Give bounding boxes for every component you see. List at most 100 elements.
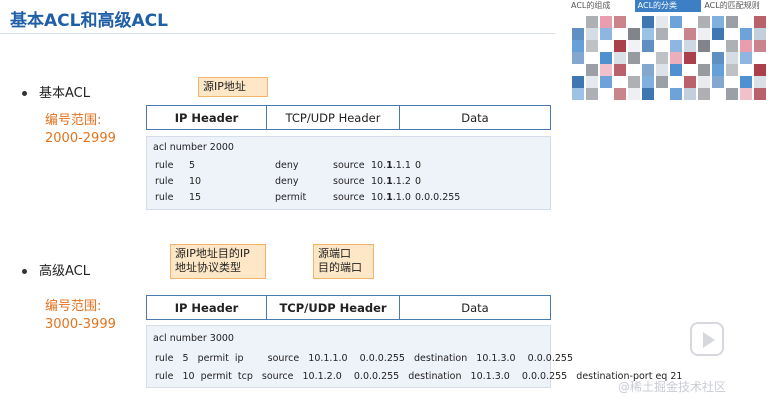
mosaic-cell: [614, 52, 626, 64]
data-cell: Data: [399, 106, 550, 129]
basic-acl-label: 基本ACL: [39, 86, 90, 101]
mosaic-cell: [628, 40, 640, 52]
mosaic-cell: [614, 16, 626, 28]
mosaic-cell: [712, 28, 724, 40]
mosaic-cell: [712, 16, 724, 28]
callout-ports: 源端口 目的端口: [313, 244, 374, 279]
mosaic-cell: [698, 64, 710, 76]
mosaic-cell: [600, 52, 612, 64]
mosaic-cell: [698, 40, 710, 52]
mosaic-cell: [628, 28, 640, 40]
tcp-udp-header-cell: TCP/UDP Header: [266, 106, 399, 129]
mosaic-cell: [600, 76, 612, 88]
mosaic-cell: [684, 52, 696, 64]
mosaic-cell: [740, 28, 752, 40]
rule-source: source: [333, 192, 365, 203]
mosaic-cell: [586, 40, 598, 52]
mosaic-cell: [572, 52, 584, 64]
mosaic-cell: [754, 88, 766, 100]
mosaic-cell: [670, 52, 682, 64]
mosaic-cell: [740, 76, 752, 88]
mosaic-cell: [586, 16, 598, 28]
nav-tab-classification[interactable]: ACL的分类: [634, 0, 702, 12]
code-title: acl number 2000: [153, 142, 234, 153]
advanced-range-value: 3000-3999: [45, 317, 116, 332]
basic-acl-config: acl number 2000 rule 5 deny source 10.1.1.1 0…: [146, 136, 551, 210]
mosaic-cell: [656, 52, 668, 64]
advanced-range-label: 编号范围:: [45, 299, 102, 314]
mosaic-cell: [656, 76, 668, 88]
mosaic-cell: [656, 28, 668, 40]
rule-source: source: [333, 176, 365, 187]
rule-number: 10: [189, 176, 202, 187]
bullet-basic-acl: 基本ACL: [22, 82, 90, 101]
mosaic-cell: [754, 76, 766, 88]
basic-range-value: 2000-2999: [45, 131, 116, 146]
mosaic-cell: [712, 64, 724, 76]
mosaic-cell: [726, 52, 738, 64]
title-divider: [0, 33, 555, 34]
rule-number: 15: [189, 192, 202, 203]
rule-source-ip: 10.1.1.1: [371, 160, 411, 171]
mosaic-cell: [656, 16, 668, 28]
bullet-dot: [22, 91, 27, 96]
nav-tab-composition[interactable]: ACL的组成: [568, 0, 635, 12]
watermark-text: @稀土掘金技术社区: [618, 380, 727, 394]
basic-range-label: 编号范围:: [45, 113, 102, 128]
callout-source-ip: 源IP地址: [198, 77, 268, 97]
advanced-acl-label: 高级ACL: [39, 264, 90, 279]
mosaic-cell: [586, 76, 598, 88]
mosaic-cell: [642, 40, 654, 52]
mosaic-cell: [670, 64, 682, 76]
video-play-icon: [690, 322, 724, 356]
data-cell: Data: [399, 296, 550, 319]
rule-action: deny: [275, 160, 299, 171]
mosaic-cell: [572, 28, 584, 40]
mosaic-cell: [656, 64, 668, 76]
mosaic-cell: [740, 52, 752, 64]
mosaic-cell: [614, 40, 626, 52]
code-title: acl number 3000: [153, 333, 234, 344]
basic-range: 编号范围: 2000-2999: [45, 112, 116, 148]
mosaic-cell: [572, 76, 584, 88]
ip-header-cell: IP Header: [174, 110, 239, 125]
mosaic-cell: [698, 88, 710, 100]
nav-tab-matching-rules[interactable]: ACL的匹配规则: [701, 0, 768, 12]
nav-tabs: ACL的组成 ACL的分类 ACL的匹配规则: [568, 0, 768, 12]
mosaic-cell: [726, 64, 738, 76]
mosaic-cell: [586, 28, 598, 40]
rule-number: 5: [189, 160, 196, 171]
mosaic-cell: [684, 28, 696, 40]
rule-keyword: rule: [155, 160, 174, 171]
mosaic-cell: [712, 52, 724, 64]
mosaic-cell: [740, 40, 752, 52]
bullet-advanced-acl: 高级ACL: [22, 260, 90, 279]
rule-action: permit: [275, 192, 307, 203]
mosaic-cell: [670, 88, 682, 100]
mosaic-cell: [642, 64, 654, 76]
rule-action: deny: [275, 176, 299, 187]
mosaic-cell: [670, 16, 682, 28]
advanced-rule-line: rule 10 permit tcp source 10.1.2.0 0.0.0…: [155, 371, 683, 382]
mosaic-cell: [726, 40, 738, 52]
callout-ip-protocol: 源IP地址目的IP 地址协议类型: [170, 244, 266, 279]
mosaic-cell: [670, 40, 682, 52]
advanced-packet-header: IP Header TCP/UDP Header Data: [146, 295, 551, 320]
mosaic-cell: [642, 88, 654, 100]
rule-wildcard: 0: [415, 160, 422, 171]
mosaic-cell: [754, 64, 766, 76]
mosaic-cell: [698, 28, 710, 40]
rule-keyword: rule: [155, 176, 174, 187]
mosaic-cell: [600, 64, 612, 76]
mosaic-cell: [614, 88, 626, 100]
rule-source-ip: 10.1.1.2: [371, 176, 411, 187]
advanced-rule-line: rule 5 permit ip source 10.1.1.0 0.0.0.2…: [155, 353, 573, 364]
mosaic-cell: [754, 40, 766, 52]
mosaic-cell: [740, 88, 752, 100]
mosaic-cell: [586, 64, 598, 76]
rule-source: source: [333, 160, 365, 171]
page-title: 基本ACL和高级ACL: [10, 11, 168, 31]
mosaic-cell: [684, 76, 696, 88]
bullet-dot: [22, 269, 27, 274]
mosaic-cell: [684, 40, 696, 52]
